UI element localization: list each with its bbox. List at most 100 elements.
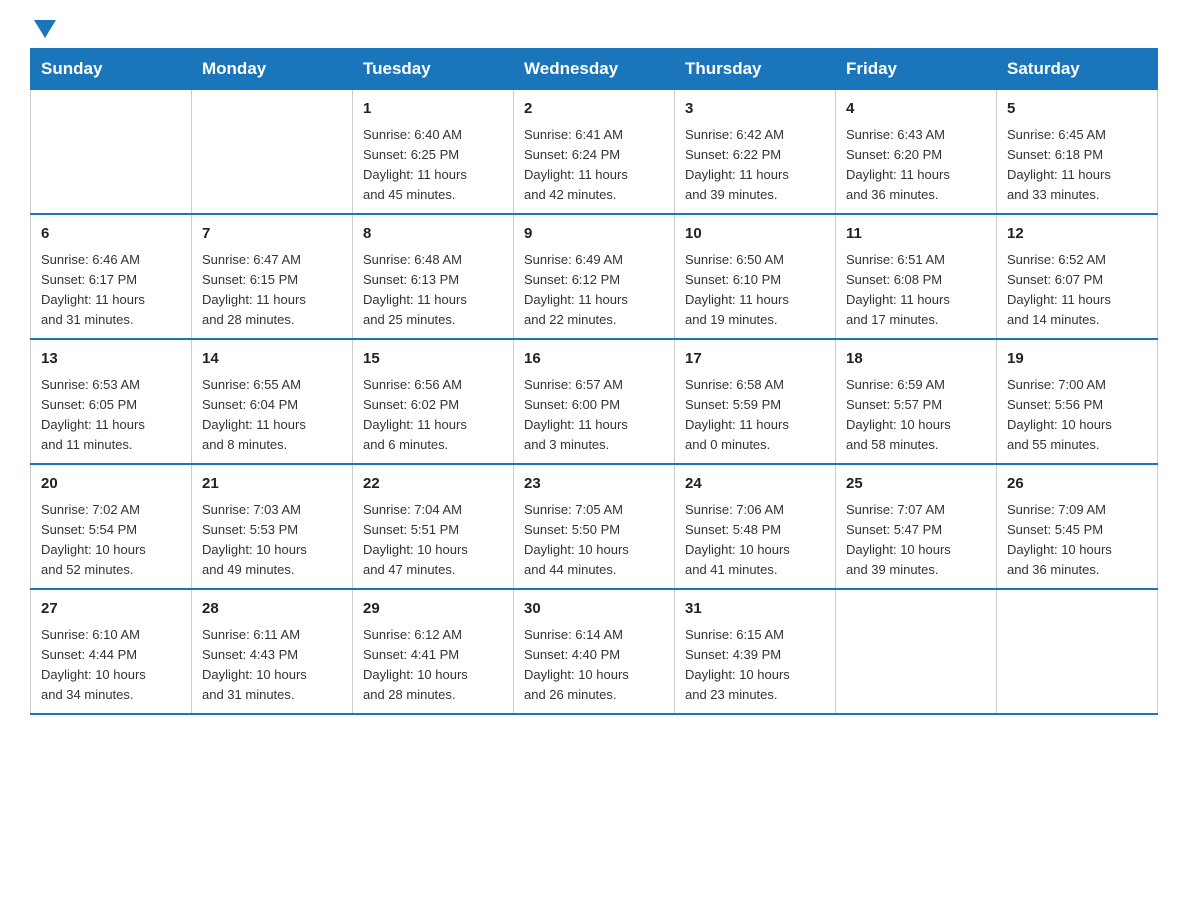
day-info-w4-d1: Sunrise: 7:03 AM Sunset: 5:53 PM Dayligh… [202,500,342,581]
day-info-w3-d3: Sunrise: 6:57 AM Sunset: 6:00 PM Dayligh… [524,375,664,456]
day-num-w4-d6: 26 [1007,473,1147,496]
cell-w4-d4: 24Sunrise: 7:06 AM Sunset: 5:48 PM Dayli… [675,464,836,589]
day-info-w4-d0: Sunrise: 7:02 AM Sunset: 5:54 PM Dayligh… [41,500,181,581]
cell-w3-d1: 14 Sunrise: 6:55 AM Sunset: 6:04 PM Dayli… [192,339,353,464]
cell-w3-d0: 13 Sunrise: 6:53 AM Sunset: 6:05 PM Dayli… [31,339,192,464]
day-info-w2-d6: Sunrise: 6:52 AM Sunset: 6:07 PM Dayligh… [1007,250,1147,331]
day-info-w4-d6: Sunrise: 7:09 AM Sunset: 5:45 PM Dayligh… [1007,500,1147,581]
day-info-w3-d0: Sunrise: 6:53 AM Sunset: 6:05 PM Dayligh… [41,375,181,456]
day-num-w2-d0: 6 [41,223,181,246]
day-num-w2-d4: 10 [685,223,825,246]
page-header [30,20,1158,38]
day-info-w3-d4: Sunrise: 6:58 AM Sunset: 5:59 PM Dayligh… [685,375,825,456]
day-num-w4-d3: 23 [524,473,664,496]
day-num-w5-d3: 30 [524,598,664,621]
day-info-w2-d3: Sunrise: 6:49 AM Sunset: 6:12 PM Dayligh… [524,250,664,331]
cell-w4-d0: 20 Sunrise: 7:02 AM Sunset: 5:54 PM Dayli… [31,464,192,589]
cell-w1-d1 [192,90,353,215]
col-sunday: Sunday [31,49,192,90]
day-num-w2-d5: 11 [846,223,986,246]
day-num-w2-d2: 8 [363,223,503,246]
cell-w5-d6 [997,589,1158,714]
day-num-w1-d2: 1 [363,98,503,121]
cell-w2-d0: 6 Sunrise: 6:46 AM Sunset: 6:17 PM Daylig… [31,214,192,339]
day-num-w1-d6: 5 [1007,98,1147,121]
cell-w3-d2: 15 Sunrise: 6:56 AM Sunset: 6:02 PM Dayli… [353,339,514,464]
cell-w2-d2: 8 Sunrise: 6:48 AM Sunset: 6:13 PM Daylig… [353,214,514,339]
day-num-w5-d4: 31 [685,598,825,621]
week-row-4: 20 Sunrise: 7:02 AM Sunset: 5:54 PM Dayli… [31,464,1158,589]
cell-w5-d3: 30 Sunrise: 6:14 AM Sunset: 4:40 PM Dayli… [514,589,675,714]
cell-w3-d6: 19 Sunrise: 7:00 AM Sunset: 5:56 PM Dayli… [997,339,1158,464]
cell-w2-d6: 12 Sunrise: 6:52 AM Sunset: 6:07 PM Dayli… [997,214,1158,339]
day-info-w2-d2: Sunrise: 6:48 AM Sunset: 6:13 PM Dayligh… [363,250,503,331]
cell-w5-d5 [836,589,997,714]
cell-w4-d6: 26 Sunrise: 7:09 AM Sunset: 5:45 PM Dayli… [997,464,1158,589]
day-info-w2-d5: Sunrise: 6:51 AM Sunset: 6:08 PM Dayligh… [846,250,986,331]
cell-w1-d2: 1Sunrise: 6:40 AM Sunset: 6:25 PM Daylig… [353,90,514,215]
day-num-w2-d6: 12 [1007,223,1147,246]
day-info-w3-d2: Sunrise: 6:56 AM Sunset: 6:02 PM Dayligh… [363,375,503,456]
day-info-w5-d3: Sunrise: 6:14 AM Sunset: 4:40 PM Dayligh… [524,625,664,706]
day-num-w1-d4: 3 [685,98,825,121]
cell-w1-d0 [31,90,192,215]
day-num-w5-d0: 27 [41,598,181,621]
day-info-w4-d2: Sunrise: 7:04 AM Sunset: 5:51 PM Dayligh… [363,500,503,581]
day-info-w5-d2: Sunrise: 6:12 AM Sunset: 4:41 PM Dayligh… [363,625,503,706]
cell-w5-d2: 29 Sunrise: 6:12 AM Sunset: 4:41 PM Dayli… [353,589,514,714]
cell-w4-d2: 22 Sunrise: 7:04 AM Sunset: 5:51 PM Dayli… [353,464,514,589]
day-info-w1-d3: Sunrise: 6:41 AM Sunset: 6:24 PM Dayligh… [524,125,664,206]
day-info-w2-d4: Sunrise: 6:50 AM Sunset: 6:10 PM Dayligh… [685,250,825,331]
cell-w3-d3: 16 Sunrise: 6:57 AM Sunset: 6:00 PM Dayli… [514,339,675,464]
cell-w2-d3: 9Sunrise: 6:49 AM Sunset: 6:12 PM Daylig… [514,214,675,339]
week-row-1: 1Sunrise: 6:40 AM Sunset: 6:25 PM Daylig… [31,90,1158,215]
logo [30,20,56,38]
day-info-w3-d1: Sunrise: 6:55 AM Sunset: 6:04 PM Dayligh… [202,375,342,456]
day-info-w4-d5: Sunrise: 7:07 AM Sunset: 5:47 PM Dayligh… [846,500,986,581]
day-num-w1-d3: 2 [524,98,664,121]
day-info-w3-d5: Sunrise: 6:59 AM Sunset: 5:57 PM Dayligh… [846,375,986,456]
cell-w2-d4: 10 Sunrise: 6:50 AM Sunset: 6:10 PM Dayli… [675,214,836,339]
day-num-w4-d4: 24 [685,473,825,496]
cell-w1-d4: 3 Sunrise: 6:42 AM Sunset: 6:22 PM Daylig… [675,90,836,215]
cell-w1-d3: 2 Sunrise: 6:41 AM Sunset: 6:24 PM Daylig… [514,90,675,215]
day-info-w1-d5: Sunrise: 6:43 AM Sunset: 6:20 PM Dayligh… [846,125,986,206]
cell-w5-d0: 27 Sunrise: 6:10 AM Sunset: 4:44 PM Dayli… [31,589,192,714]
cell-w4-d5: 25 Sunrise: 7:07 AM Sunset: 5:47 PM Dayli… [836,464,997,589]
day-num-w4-d0: 20 [41,473,181,496]
day-num-w1-d5: 4 [846,98,986,121]
cell-w2-d1: 7 Sunrise: 6:47 AM Sunset: 6:15 PM Daylig… [192,214,353,339]
day-info-w2-d1: Sunrise: 6:47 AM Sunset: 6:15 PM Dayligh… [202,250,342,331]
cell-w5-d4: 31 Sunrise: 6:15 AM Sunset: 4:39 PM Dayli… [675,589,836,714]
cell-w3-d4: 17 Sunrise: 6:58 AM Sunset: 5:59 PM Dayli… [675,339,836,464]
calendar-body: 1Sunrise: 6:40 AM Sunset: 6:25 PM Daylig… [31,90,1158,715]
day-info-w5-d0: Sunrise: 6:10 AM Sunset: 4:44 PM Dayligh… [41,625,181,706]
day-num-w3-d2: 15 [363,348,503,371]
day-info-w5-d4: Sunrise: 6:15 AM Sunset: 4:39 PM Dayligh… [685,625,825,706]
day-num-w3-d4: 17 [685,348,825,371]
day-num-w3-d1: 14 [202,348,342,371]
day-num-w3-d3: 16 [524,348,664,371]
col-friday: Friday [836,49,997,90]
calendar-header: Sunday Monday Tuesday Wednesday Thursday… [31,49,1158,90]
day-info-w5-d1: Sunrise: 6:11 AM Sunset: 4:43 PM Dayligh… [202,625,342,706]
day-num-w4-d2: 22 [363,473,503,496]
col-wednesday: Wednesday [514,49,675,90]
col-thursday: Thursday [675,49,836,90]
day-info-w3-d6: Sunrise: 7:00 AM Sunset: 5:56 PM Dayligh… [1007,375,1147,456]
day-num-w3-d5: 18 [846,348,986,371]
week-row-5: 27 Sunrise: 6:10 AM Sunset: 4:44 PM Dayli… [31,589,1158,714]
day-info-w4-d3: Sunrise: 7:05 AM Sunset: 5:50 PM Dayligh… [524,500,664,581]
day-num-w4-d5: 25 [846,473,986,496]
day-num-w2-d1: 7 [202,223,342,246]
day-info-w2-d0: Sunrise: 6:46 AM Sunset: 6:17 PM Dayligh… [41,250,181,331]
col-tuesday: Tuesday [353,49,514,90]
cell-w5-d1: 28Sunrise: 6:11 AM Sunset: 4:43 PM Dayli… [192,589,353,714]
day-num-w3-d0: 13 [41,348,181,371]
cell-w1-d6: 5Sunrise: 6:45 AM Sunset: 6:18 PM Daylig… [997,90,1158,215]
cell-w4-d1: 21Sunrise: 7:03 AM Sunset: 5:53 PM Dayli… [192,464,353,589]
day-num-w3-d6: 19 [1007,348,1147,371]
day-info-w1-d4: Sunrise: 6:42 AM Sunset: 6:22 PM Dayligh… [685,125,825,206]
logo-triangle-icon [34,20,56,38]
day-num-w5-d2: 29 [363,598,503,621]
